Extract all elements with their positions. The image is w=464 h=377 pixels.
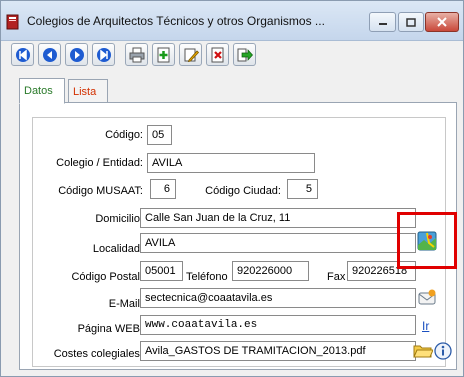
web-label: Página WEB: xyxy=(77,323,143,335)
form-group-box: Código: 05 Colegio / Entidad: AVILA Códi… xyxy=(32,117,452,367)
maximize-button[interactable] xyxy=(398,12,424,32)
costes-field[interactable]: Avila_GASTOS DE TRAMITACION_2013.pdf xyxy=(140,341,416,361)
localidad-label: Localidad: xyxy=(92,243,143,255)
edit-record-icon xyxy=(184,48,199,62)
main-window: Colegios de Arquitectos Técnicos y otros… xyxy=(0,0,464,377)
domicilio-label: Domicilio: xyxy=(95,213,143,225)
last-record-button[interactable] xyxy=(92,43,115,66)
book-icon xyxy=(6,14,19,30)
next-record-button[interactable] xyxy=(65,43,88,66)
telefono-field[interactable]: 920226000 xyxy=(232,261,309,281)
close-button[interactable] xyxy=(425,12,459,32)
open-folder-button[interactable] xyxy=(413,341,433,361)
close-icon xyxy=(437,17,447,27)
musaat-label: Código MUSAAT: xyxy=(58,185,143,197)
datos-panel: Código: 05 Colegio / Entidad: AVILA Códi… xyxy=(19,102,457,370)
minimize-button[interactable] xyxy=(369,12,396,32)
email-label: E-Mail: xyxy=(108,298,143,310)
print-icon xyxy=(129,47,144,62)
window-title: Colegios de Arquitectos Técnicos y otros… xyxy=(27,14,325,28)
telefono-label: Teléfono xyxy=(186,271,228,283)
exit-button[interactable] xyxy=(233,43,256,66)
maximize-icon xyxy=(406,17,416,27)
email-icon xyxy=(418,289,436,305)
localidad-field[interactable]: AVILA xyxy=(140,233,416,253)
next-record-icon xyxy=(69,47,84,62)
codigo-label: Código: xyxy=(105,129,143,141)
costes-label: Costes colegiales: xyxy=(53,348,143,360)
print-button[interactable] xyxy=(125,43,148,66)
web-field[interactable]: www.coaatavila.es xyxy=(140,315,416,335)
previous-record-button[interactable] xyxy=(38,43,61,66)
postal-field[interactable]: 05001 xyxy=(140,261,183,281)
ciudad-label: Código Ciudad: xyxy=(205,185,281,197)
codigo-field[interactable]: 05 xyxy=(147,125,172,145)
delete-record-icon xyxy=(211,47,223,62)
ciudad-field[interactable]: 5 xyxy=(287,179,318,199)
delete-record-button[interactable] xyxy=(206,43,229,66)
postal-label: Código Postal: xyxy=(71,271,143,283)
fax-label: Fax xyxy=(327,271,346,283)
info-icon xyxy=(434,342,452,360)
first-record-icon xyxy=(15,47,30,62)
previous-record-icon xyxy=(42,47,57,62)
folder-icon xyxy=(413,345,433,358)
minimize-icon xyxy=(378,23,387,25)
send-email-button[interactable] xyxy=(417,288,437,308)
edit-record-button[interactable] xyxy=(179,43,202,66)
musaat-field[interactable]: 6 xyxy=(150,179,176,199)
exit-icon xyxy=(237,48,253,61)
email-field[interactable]: sectecnica@coaatavila.es xyxy=(140,288,416,308)
domicilio-field[interactable]: Calle San Juan de la Cruz, 11 xyxy=(140,208,416,228)
tab-datos[interactable]: Datos xyxy=(19,78,65,104)
last-record-icon xyxy=(96,47,111,62)
colegio-field[interactable]: AVILA xyxy=(147,153,315,173)
colegio-label: Colegio / Entidad: xyxy=(56,157,143,169)
open-web-link[interactable]: Ir xyxy=(422,319,429,333)
info-button[interactable] xyxy=(433,341,453,361)
title-bar[interactable]: Colegios de Arquitectos Técnicos y otros… xyxy=(1,1,463,41)
add-record-button[interactable] xyxy=(152,43,175,66)
add-record-icon xyxy=(157,47,169,62)
tab-lista[interactable]: Lista xyxy=(68,79,108,103)
highlight-box xyxy=(397,212,457,269)
first-record-button[interactable] xyxy=(11,43,34,66)
